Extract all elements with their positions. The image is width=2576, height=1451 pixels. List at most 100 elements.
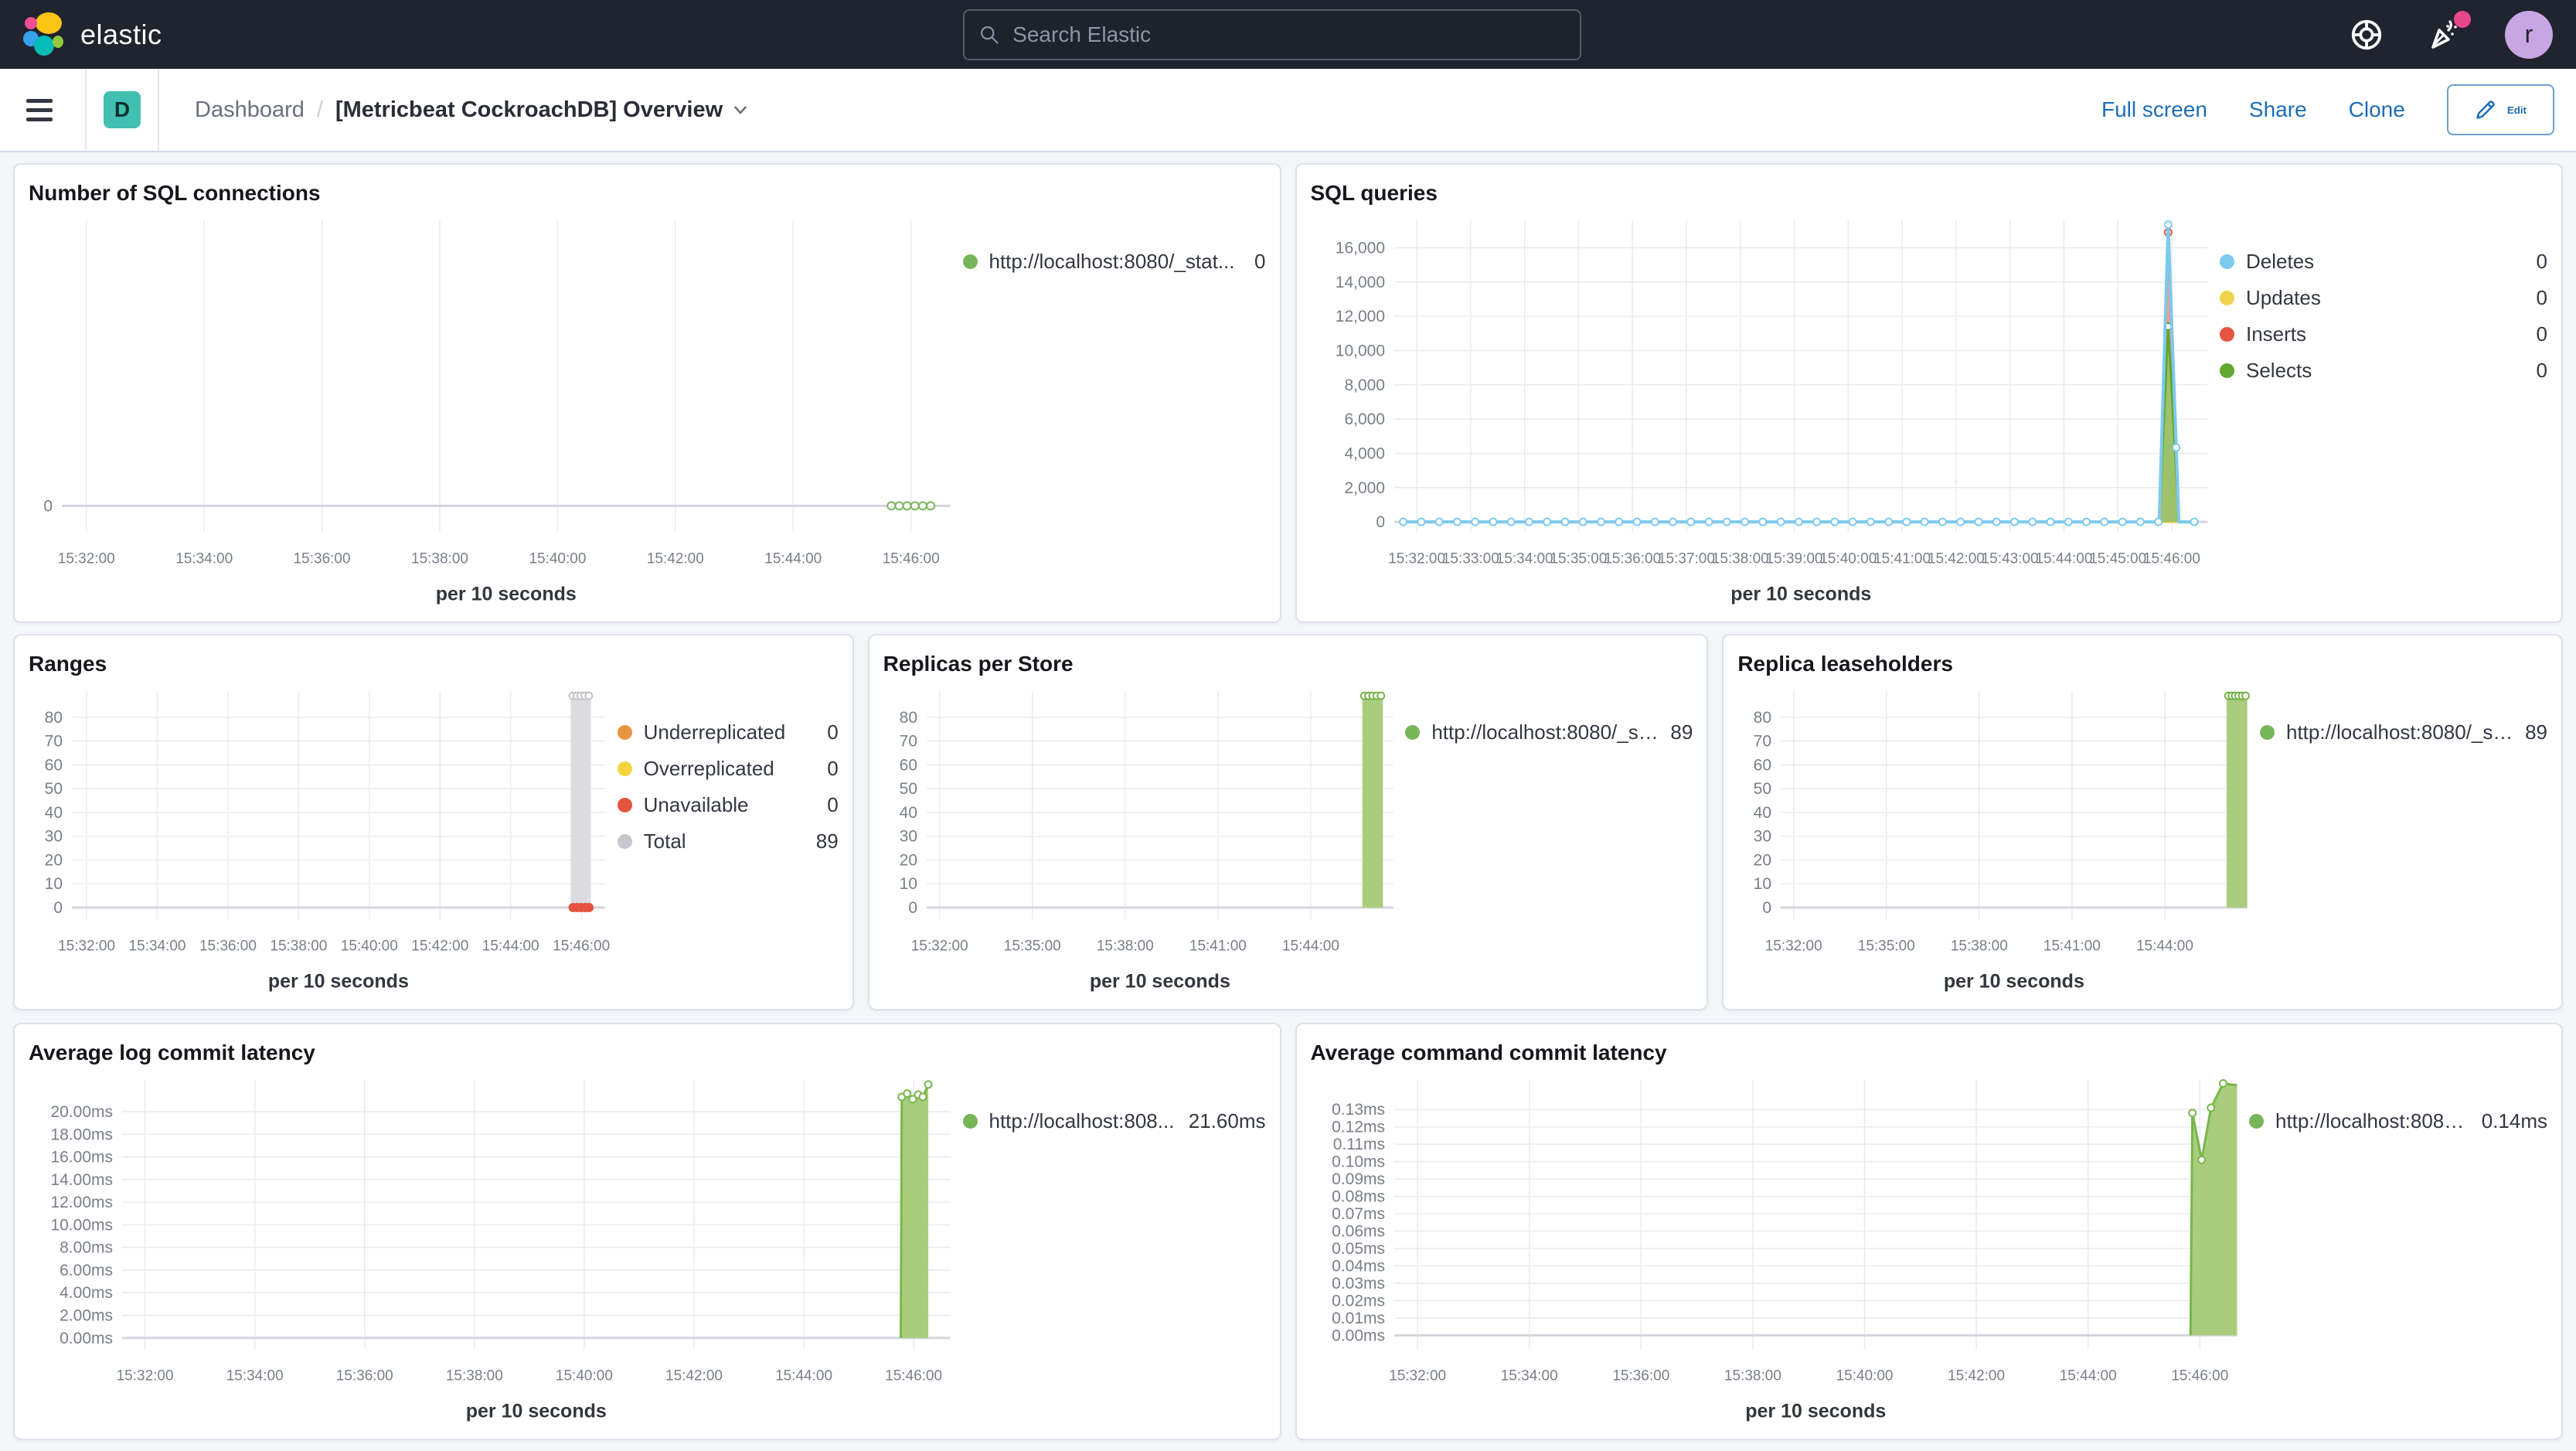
legend-item[interactable]: http://localhost:8080/_sta... 89 [1405,720,1693,744]
toolbar: D Dashboard / [Metricbeat CockroachDB] O… [0,69,2576,152]
svg-text:15:34:00: 15:34:00 [1496,550,1553,567]
search-input[interactable] [1011,22,1566,48]
svg-text:15:42:00: 15:42:00 [647,550,704,567]
legend-item[interactable]: Updates 0 [2220,286,2547,310]
svg-text:15:44:00: 15:44:00 [482,938,539,954]
legend-item[interactable]: Underreplicated 0 [617,720,839,744]
legend-item[interactable]: Inserts 0 [2220,322,2547,346]
legend-label: http://localhost:8080/_sta... [1431,720,1659,744]
svg-text:0: 0 [43,497,53,515]
svg-text:80: 80 [899,708,917,726]
legend-item[interactable]: Total 89 [617,829,839,853]
search-box[interactable] [963,9,1581,60]
svg-text:15:32:00: 15:32:00 [58,550,115,567]
panel-avg-command-commit-latency: Average command commit latency 15:32:00 1… [1295,1023,2563,1440]
clone-button[interactable]: Clone [2349,97,2405,122]
svg-text:15:32:00: 15:32:00 [1765,938,1822,954]
svg-text:70: 70 [45,732,63,750]
menu-button[interactable] [26,98,53,121]
legend-item[interactable]: Unavailable 0 [617,792,839,817]
svg-text:70: 70 [899,732,917,750]
legend-label: http://localhost:8080/_stat... [989,249,1235,273]
legend-swatch-icon [617,761,632,776]
svg-text:50: 50 [899,780,917,798]
notification-dot [2454,10,2471,28]
svg-text:0.13ms: 0.13ms [1332,1101,1385,1119]
svg-text:15:42:00: 15:42:00 [1948,1368,2005,1384]
legend-swatch-icon [617,833,632,849]
svg-text:per 10 seconds: per 10 seconds [1730,583,1871,605]
chart-legend: http://localhost:8080/_stat... 0 [962,209,1266,611]
legend-swatch-icon [962,254,978,269]
legend-value: 0 [827,720,839,744]
legend-item[interactable]: http://localhost:8080... 0.14ms [2249,1109,2547,1133]
breadcrumb-dashboard[interactable]: Dashboard [195,97,305,123]
svg-text:15:36:00: 15:36:00 [294,550,351,567]
news-button[interactable] [2426,10,2471,54]
svg-text:15:40:00: 15:40:00 [1836,1368,1893,1384]
svg-text:15:38:00: 15:38:00 [411,550,468,567]
legend-value: 0.14ms [2481,1109,2547,1133]
svg-text:0.02ms: 0.02ms [1332,1292,1385,1310]
legend-swatch-icon [2220,290,2234,305]
svg-text:15:44:00: 15:44:00 [2035,550,2092,567]
svg-text:60: 60 [1754,756,1771,774]
svg-text:0: 0 [908,899,917,917]
dashboard-actions: Full screen Share Clone Edit [2101,84,2554,135]
edit-button[interactable]: Edit [2446,84,2554,135]
legend-label: http://localhost:808... [989,1109,1175,1133]
svg-text:16,000: 16,000 [1335,239,1384,257]
legend-value: 0 [2536,358,2547,382]
legend-label: Underreplicated [643,720,786,744]
svg-text:0.05ms: 0.05ms [1332,1240,1385,1258]
svg-text:60: 60 [899,756,917,774]
svg-text:14.00ms: 14.00ms [50,1170,113,1188]
elastic-logo[interactable]: elastic [23,12,162,57]
panel-sql-queries: SQL queries 15:32:00 15:33:00 15:34:00 15:3… [1295,163,2563,623]
chart-legend: http://localhost:808... 21.60ms [962,1069,1266,1428]
svg-text:15:40:00: 15:40:00 [1819,550,1877,567]
legend-item[interactable]: http://localhost:8080/_stat... 0 [962,249,1266,274]
full-screen-button[interactable]: Full screen [2101,97,2207,122]
svg-text:15:36:00: 15:36:00 [199,938,257,954]
svg-text:per 10 seconds: per 10 seconds [268,970,409,992]
legend-item[interactable]: Selects 0 [2220,359,2547,383]
legend-item[interactable]: Deletes 0 [2220,250,2547,274]
legend-value: 21.60ms [1188,1109,1266,1133]
legend-value: 0 [827,792,839,816]
legend-label: Inserts [2246,322,2307,346]
share-button[interactable]: Share [2249,97,2307,122]
svg-text:15:34:00: 15:34:00 [175,550,233,567]
svg-text:0: 0 [53,899,63,917]
elastic-logo-icon [23,12,68,57]
legend-label: Deletes [2246,249,2315,273]
logo-text: elastic [80,18,162,50]
svg-text:0.03ms: 0.03ms [1332,1275,1385,1293]
svg-text:15:42:00: 15:42:00 [411,938,468,954]
help-button[interactable] [2347,15,2386,54]
panel-ranges: Ranges 15:32:00 15:34:00 15:36:00 15:38:00 1… [13,634,854,1010]
legend-item[interactable]: http://localhost:8080/_sta... 89 [2259,720,2547,744]
legend-item[interactable]: Overreplicated 0 [617,757,839,781]
svg-text:4,000: 4,000 [1344,444,1385,462]
plot: 15:32:00 15:34:00 15:36:00 15:38:00 15:40:00… [45,690,610,992]
legend-value: 89 [2525,720,2547,744]
svg-text:per 10 seconds: per 10 seconds [466,1400,607,1422]
legend-label: Updates [2246,285,2321,309]
legend-swatch-icon [2220,363,2234,378]
plot: 15:32:00 15:34:00 15:36:00 15:38:00 15:40:00… [43,220,951,605]
svg-text:0: 0 [1376,513,1385,531]
svg-text:70: 70 [1754,732,1771,750]
svg-text:15:40:00: 15:40:00 [529,550,586,567]
svg-text:15:36:00: 15:36:00 [336,1368,393,1384]
user-avatar[interactable]: r [2505,10,2553,59]
svg-text:4.00ms: 4.00ms [60,1284,113,1302]
legend-item[interactable]: http://localhost:808... 21.60ms [962,1109,1266,1133]
pencil-icon [2476,100,2495,119]
space-badge[interactable]: D [104,91,141,128]
svg-text:14,000: 14,000 [1335,273,1384,291]
legend-swatch-icon [2220,254,2234,269]
svg-text:40: 40 [45,804,63,822]
page-title[interactable]: [Metricbeat CockroachDB] Overview [335,97,750,123]
legend-label: Unavailable [643,792,749,816]
